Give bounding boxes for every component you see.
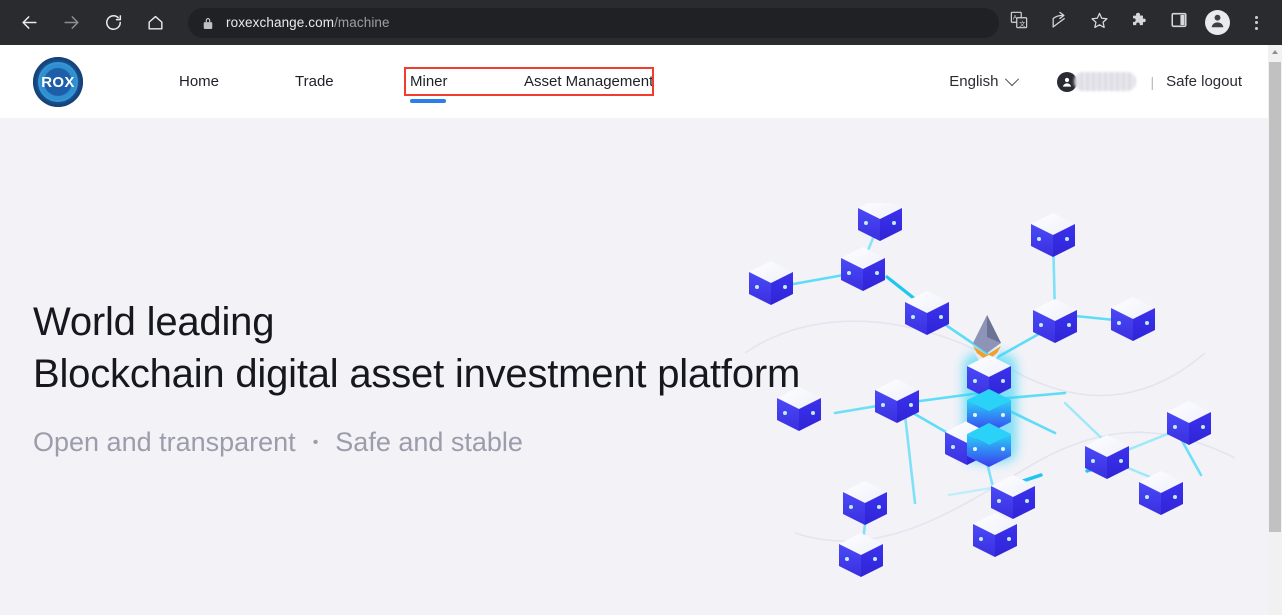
headline-line-1: World leading [33,300,275,344]
reload-button[interactable] [96,6,130,40]
bookmark-button[interactable] [1084,8,1114,38]
header-right-group: English | Safe logout [949,45,1242,118]
active-nav-underline [410,99,446,103]
address-bar[interactable]: roxexchange.com/machine [188,7,999,38]
home-button[interactable] [138,6,172,40]
share-icon [1050,11,1069,35]
username-redacted [1074,72,1137,91]
lock-icon[interactable] [202,16,214,30]
language-label: English [949,73,999,90]
nav-item-home[interactable]: Home [179,73,219,90]
side-panel-button[interactable] [1164,8,1194,38]
nav-item-miner[interactable]: Miner [410,73,448,90]
safe-logout-link[interactable]: Safe logout [1166,73,1242,90]
scrollbar-thumb[interactable] [1269,62,1281,532]
back-arrow-icon [20,13,39,32]
svg-text:文: 文 [1019,19,1026,28]
headline-line-2: Blockchain digital asset investment plat… [33,352,801,396]
browser-toolbar: roxexchange.com/machine A文 [0,0,1282,45]
back-button[interactable] [12,6,46,40]
forward-arrow-icon [62,13,81,32]
subtitle-right: Safe and stable [335,427,523,457]
subtitle-bullet-icon: • [312,433,319,451]
reload-icon [104,13,123,32]
url-path: /machine [334,15,390,30]
nav-item-trade[interactable]: Trade [295,73,334,90]
browser-nav-buttons [0,6,176,40]
home-icon [146,13,165,32]
subtitle-left: Open and transparent [33,427,296,457]
hero-copy: World leading Blockchain digital asset i… [33,296,800,458]
nav-item-asset-management[interactable]: Asset Management [524,73,653,90]
three-dot-menu-icon [1254,15,1258,30]
side-panel-icon [1170,11,1188,34]
translate-icon: A文 [1010,11,1028,34]
profile-avatar-icon [1208,11,1227,35]
puzzle-icon [1130,11,1149,35]
browser-toolbar-actions: A文 [999,8,1282,38]
extensions-button[interactable] [1124,8,1154,38]
hero-section: World leading Blockchain digital asset i… [0,118,1268,615]
hero-subtitle: Open and transparent • Safe and stable [33,427,800,458]
chevron-down-icon [1005,71,1020,86]
url-domain: roxexchange.com [226,15,335,30]
page-scrollbar[interactable] [1268,45,1282,615]
star-icon [1090,11,1109,35]
browser-menu-button[interactable] [1241,8,1271,38]
logo-text: ROX [41,73,75,91]
blockchain-network-illustration [735,203,1255,603]
forward-button[interactable] [54,6,88,40]
site-header: ROX Home Trade Miner Asset Management En… [0,45,1268,118]
rox-logo[interactable]: ROX [33,57,83,107]
share-button[interactable] [1044,8,1074,38]
header-divider: | [1150,73,1155,90]
scroll-up-arrow-icon[interactable] [1268,45,1282,59]
language-selector[interactable]: English [949,71,1020,90]
profile-button[interactable] [1205,10,1230,35]
user-account-block[interactable] [1057,71,1137,92]
url-text: roxexchange.com/machine [226,15,390,30]
translate-button[interactable]: A文 [1004,8,1034,38]
